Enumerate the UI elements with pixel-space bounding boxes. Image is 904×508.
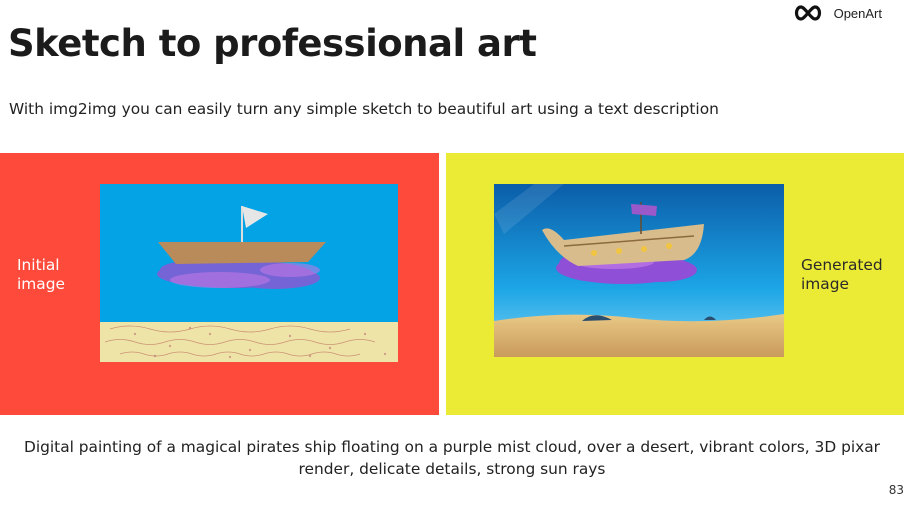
prompt-caption: Digital painting of a magical pirates sh… (0, 436, 904, 480)
initial-label-line1: Initial (17, 256, 60, 274)
brand-name: OpenArt (833, 5, 882, 21)
initial-sketch-image (100, 184, 398, 362)
initial-image-label: Initial image (17, 256, 65, 294)
generated-label-line2: image (801, 275, 849, 293)
page-number: 83 (888, 483, 904, 497)
generated-label-line1: Generated (801, 256, 883, 274)
initial-image-panel: Initial image (0, 153, 439, 415)
caption-line1: Digital painting of a magical pirates sh… (23, 438, 880, 456)
infinity-icon (794, 5, 821, 21)
brand: OpenArt (792, 4, 882, 22)
caption-line2: render, delicate details, strong sun ray… (298, 460, 606, 478)
generated-art-image (494, 184, 784, 357)
generated-image-label: Generated image (801, 256, 883, 294)
initial-label-line2: image (17, 275, 65, 293)
page-title: Sketch to professional art (8, 22, 537, 65)
subtitle: With img2img you can easily turn any sim… (9, 100, 719, 118)
generated-image-panel: Generated image (446, 153, 904, 415)
